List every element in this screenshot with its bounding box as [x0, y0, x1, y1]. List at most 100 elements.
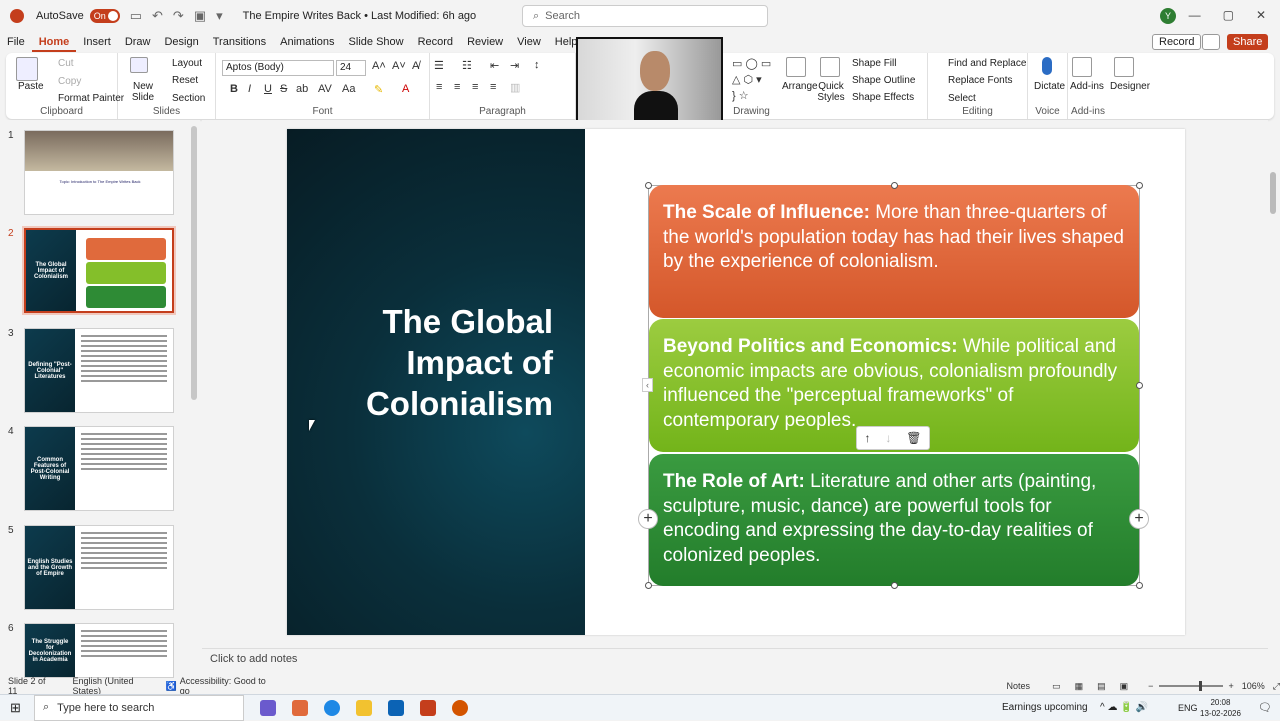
dictate-button[interactable]: Dictate: [1034, 81, 1065, 92]
new-slide-button[interactable]: New Slide: [128, 81, 158, 103]
maximize-icon[interactable]: ▢: [1223, 8, 1234, 22]
arrange-button[interactable]: Arrange: [782, 81, 818, 92]
tab-record[interactable]: Record: [411, 32, 460, 52]
resize-handle[interactable]: [891, 182, 898, 189]
clear-formatting-icon[interactable]: A̸: [412, 60, 419, 72]
notes-toggle[interactable]: Notes: [1007, 681, 1031, 691]
increase-font-icon[interactable]: A˄: [372, 60, 386, 72]
shape-fill-button[interactable]: Shape Fill: [852, 58, 896, 69]
accessibility-status[interactable]: Accessibility: Good to go: [180, 676, 269, 696]
shapes-gallery-row2-icon[interactable]: △ ⬡ ▾: [732, 73, 762, 86]
slide-thumbnail-2[interactable]: The Global Impact of Colonialism: [22, 226, 176, 315]
addins-icon[interactable]: [1072, 57, 1092, 77]
tab-file[interactable]: File: [0, 32, 32, 52]
find-replace-button[interactable]: Find and Replace: [948, 58, 1026, 69]
shape-outline-button[interactable]: Shape Outline: [852, 75, 915, 86]
copy-button[interactable]: Copy: [58, 76, 81, 87]
tab-review[interactable]: Review: [460, 32, 510, 52]
zoom-out-icon[interactable]: −: [1148, 681, 1153, 691]
layout-button[interactable]: Layout: [172, 58, 202, 69]
zoom-in-icon[interactable]: +: [1229, 681, 1234, 691]
reading-view-icon[interactable]: ▤: [1097, 681, 1106, 692]
recorder-icon[interactable]: [452, 699, 468, 716]
comments-icon[interactable]: [1202, 34, 1220, 50]
underline-icon[interactable]: U: [264, 83, 272, 95]
line-spacing-icon[interactable]: ↕: [534, 59, 540, 71]
smartart-box-1[interactable]: The Scale of Influence: More than three-…: [649, 185, 1139, 318]
autosave-toggle[interactable]: On: [89, 9, 120, 23]
bold-icon[interactable]: B: [230, 83, 238, 95]
shape-effects-button[interactable]: Shape Effects: [852, 92, 914, 103]
windows-start-icon[interactable]: ⊞: [10, 700, 21, 716]
increase-indent-icon[interactable]: ⇥: [510, 59, 519, 72]
share-button[interactable]: Share: [1227, 34, 1269, 50]
record-button[interactable]: Record: [1152, 34, 1202, 50]
align-right-icon[interactable]: ≡: [472, 81, 478, 93]
task-view-icon[interactable]: [260, 699, 276, 716]
quick-styles-icon[interactable]: [820, 57, 840, 77]
tab-home[interactable]: Home: [31, 32, 77, 52]
justify-icon[interactable]: ≡: [490, 81, 496, 93]
language-status[interactable]: English (United States): [73, 676, 156, 696]
numbering-icon[interactable]: ☷: [462, 59, 472, 72]
fit-slide-icon[interactable]: ⤢: [1273, 681, 1280, 692]
canvas-scrollbar[interactable]: [1270, 172, 1276, 214]
outlook-icon[interactable]: [388, 699, 404, 716]
decrease-font-icon[interactable]: A˅: [392, 60, 406, 72]
resize-handle[interactable]: [645, 182, 652, 189]
align-left-icon[interactable]: ≡: [436, 81, 442, 93]
slide-thumbnail-6[interactable]: The Struggle for Decolonization in Acade…: [24, 623, 174, 678]
tab-insert[interactable]: Insert: [76, 32, 118, 52]
quick-styles-button[interactable]: Quick Styles: [814, 81, 848, 103]
tab-transitions[interactable]: Transitions: [206, 32, 273, 52]
shadow-icon[interactable]: ab: [296, 83, 308, 95]
resize-handle[interactable]: [645, 582, 652, 589]
tray-icons[interactable]: ^ ☁ 🔋 🔊: [1100, 702, 1148, 713]
resize-handle[interactable]: [891, 582, 898, 589]
shapes-gallery-row3-icon[interactable]: } ☆: [732, 89, 749, 102]
paste-icon[interactable]: [16, 57, 38, 81]
search-input[interactable]: ⌕ Search: [522, 5, 768, 27]
designer-icon[interactable]: [1114, 57, 1134, 77]
text-pane-toggle-icon[interactable]: ‹: [642, 378, 653, 392]
redo-icon[interactable]: ↷: [173, 8, 184, 24]
char-spacing-icon[interactable]: AV: [318, 83, 332, 95]
resize-handle[interactable]: [1136, 182, 1143, 189]
tab-design[interactable]: Design: [157, 32, 205, 52]
thumbnail-scrollbar[interactable]: [191, 126, 197, 400]
resize-handle[interactable]: [1136, 582, 1143, 589]
designer-button[interactable]: Designer: [1110, 81, 1150, 92]
addins-button[interactable]: Add-ins: [1070, 81, 1104, 92]
customize-qat-icon[interactable]: ▾: [216, 8, 223, 24]
italic-icon[interactable]: I: [248, 83, 251, 95]
reset-button[interactable]: Reset: [172, 75, 198, 86]
news-widget[interactable]: Earnings upcoming: [1002, 702, 1088, 713]
highlight-icon[interactable]: ✎: [374, 83, 383, 96]
slide-thumbnail-3[interactable]: Defining "Post-Colonial" Literatures: [24, 328, 174, 413]
save-icon[interactable]: ▭: [130, 8, 142, 24]
zoom-slider[interactable]: [1159, 681, 1223, 691]
copilot-icon[interactable]: [292, 699, 308, 716]
close-icon[interactable]: ✕: [1256, 8, 1266, 22]
format-painter-button[interactable]: Format Painter: [58, 93, 124, 104]
cut-button[interactable]: Cut: [58, 58, 74, 69]
microphone-icon[interactable]: [1042, 57, 1052, 75]
powerpoint-taskbar-icon[interactable]: [420, 699, 436, 716]
undo-icon[interactable]: ↶: [152, 8, 163, 24]
input-language[interactable]: ENG: [1178, 703, 1198, 713]
shapes-gallery-icon[interactable]: ▭ ◯ ▭: [732, 57, 771, 70]
columns-icon[interactable]: ▥: [510, 81, 520, 94]
section-button[interactable]: Section: [172, 93, 205, 104]
zoom-level[interactable]: 106%: [1242, 681, 1265, 691]
decrease-indent-icon[interactable]: ⇤: [490, 59, 499, 72]
add-shape-after-icon[interactable]: +: [1129, 509, 1149, 529]
resize-handle[interactable]: [1136, 382, 1143, 389]
move-down-icon[interactable]: ↓: [885, 431, 891, 445]
slide-sorter-icon[interactable]: ▦: [1075, 681, 1084, 692]
bullets-icon[interactable]: ☰: [434, 59, 444, 72]
clock[interactable]: 20:08 13-02-2026: [1200, 697, 1241, 719]
avatar[interactable]: Y: [1160, 8, 1176, 24]
font-size-combo[interactable]: 24: [336, 60, 366, 76]
replace-fonts-button[interactable]: Replace Fonts: [948, 75, 1012, 86]
document-title[interactable]: The Empire Writes Back • Last Modified: …: [243, 10, 477, 22]
